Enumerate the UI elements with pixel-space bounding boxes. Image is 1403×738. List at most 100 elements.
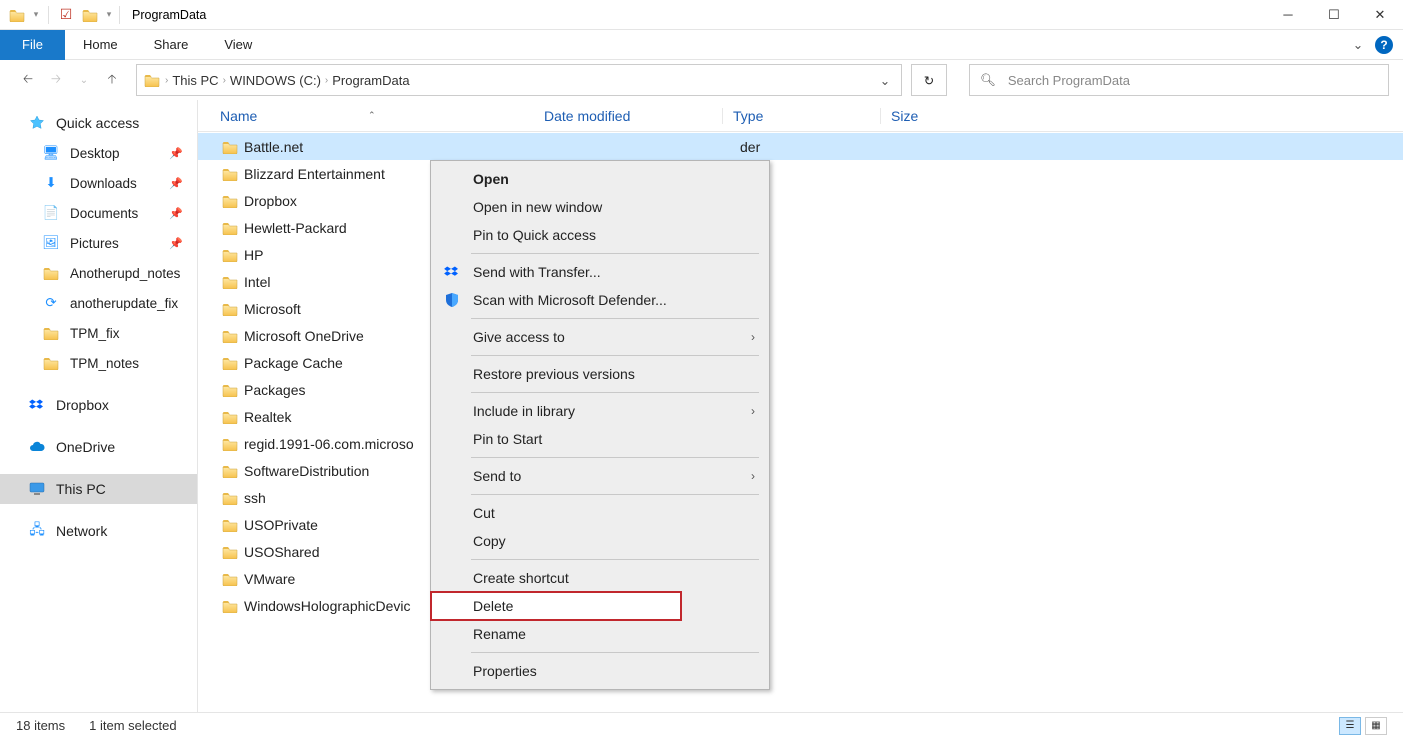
tab-home[interactable]: Home	[65, 30, 136, 60]
ctx-give-access[interactable]: Give access to›	[431, 323, 769, 351]
search-box[interactable]: 🔍︎	[969, 64, 1389, 96]
nav-recent-dropdown[interactable]: ⌄	[70, 66, 98, 94]
pin-icon: 📌	[169, 207, 183, 220]
file-row-usos[interactable]: USOSharedder	[198, 538, 1403, 565]
ctx-create-shortcut[interactable]: Create shortcut	[431, 564, 769, 592]
ctx-rename[interactable]: Rename	[431, 620, 769, 648]
qat-dropdown-icon[interactable]: ▾	[30, 4, 42, 26]
tab-share[interactable]: Share	[136, 30, 207, 60]
ctx-pin-start[interactable]: Pin to Start	[431, 425, 769, 453]
file-row-pkgc[interactable]: Package Cacheder	[198, 349, 1403, 376]
folder-icon	[222, 383, 244, 397]
file-row-hp1[interactable]: Hewlett-Packardder	[198, 214, 1403, 241]
qat-properties-icon[interactable]: ☑	[55, 4, 77, 26]
ctx-send-to[interactable]: Send to›	[431, 462, 769, 490]
folder-icon	[42, 325, 60, 341]
file-row-intel[interactable]: Intelder	[198, 268, 1403, 295]
ctx-open[interactable]: Open	[431, 165, 769, 193]
ctx-restore-versions[interactable]: Restore previous versions	[431, 360, 769, 388]
search-input[interactable]	[1006, 72, 1378, 89]
submenu-arrow-icon: ›	[751, 469, 755, 483]
ctx-cut[interactable]: Cut	[431, 499, 769, 527]
navigation-bar: 🡠 🡢 ⌄ 🡡 › This PC› WINDOWS (C:)› Program…	[0, 60, 1403, 100]
file-row-pkgs[interactable]: Packagesder	[198, 376, 1403, 403]
submenu-arrow-icon: ›	[751, 404, 755, 418]
tab-file[interactable]: File	[0, 30, 65, 60]
file-row-dropbox[interactable]: Dropboxder	[198, 187, 1403, 214]
ctx-copy[interactable]: Copy	[431, 527, 769, 555]
ribbon-expand-icon[interactable]: ⌄	[1347, 34, 1369, 56]
file-row-hp2[interactable]: HPder	[198, 241, 1403, 268]
breadcrumb-drive[interactable]: WINDOWS (C:)›	[230, 73, 328, 88]
ctx-separator	[471, 457, 759, 458]
qat-dropdown2-icon[interactable]: ▾	[103, 4, 115, 26]
breadcrumb-folder[interactable]: ProgramData	[332, 73, 409, 88]
address-history-dropdown[interactable]: ⌄	[875, 73, 895, 88]
ctx-send-transfer[interactable]: Send with Transfer...	[431, 258, 769, 286]
folder-icon	[222, 167, 244, 181]
folder-icon	[222, 356, 244, 370]
breadcrumb-sep-icon[interactable]: ›	[165, 75, 168, 86]
view-large-icons-button[interactable]: ▦	[1365, 717, 1387, 735]
ctx-open-new-window[interactable]: Open in new window	[431, 193, 769, 221]
nav-up-button[interactable]: 🡡	[98, 66, 126, 94]
file-row-softd[interactable]: SoftwareDistributionder	[198, 457, 1403, 484]
close-button[interactable]: ✕	[1357, 0, 1403, 30]
refresh-button[interactable]: ↻	[911, 64, 947, 96]
nav-forward-button[interactable]: 🡢	[42, 66, 70, 94]
nav-back-button[interactable]: 🡠	[14, 66, 42, 94]
help-icon[interactable]: ?	[1375, 36, 1393, 54]
file-row-usop[interactable]: USOPrivateder	[198, 511, 1403, 538]
folder-icon	[222, 248, 244, 262]
sidebar-item-anotherfix[interactable]: ⟳anotherupdate_fix	[0, 288, 197, 318]
tab-view[interactable]: View	[206, 30, 270, 60]
folder-icon	[222, 518, 244, 532]
file-row-battle[interactable]: Battle.netder	[198, 133, 1403, 160]
qat-new-folder-icon[interactable]	[79, 4, 101, 26]
title-bar: ▾ ☑ ▾ ProgramData ─ ☐ ✕	[0, 0, 1403, 30]
file-row-od[interactable]: Microsoft OneDriveder	[198, 322, 1403, 349]
ctx-separator	[471, 253, 759, 254]
file-row-regid[interactable]: regid.1991-06.com.microsoder	[198, 430, 1403, 457]
file-row-ms[interactable]: Microsoftder	[198, 295, 1403, 322]
context-menu: Open Open in new window Pin to Quick acc…	[430, 160, 770, 690]
sidebar-item-tpmnotes[interactable]: TPM_notes	[0, 348, 197, 378]
maximize-button[interactable]: ☐	[1311, 0, 1357, 30]
file-row-blizzard[interactable]: Blizzard Entertainmentder	[198, 160, 1403, 187]
ctx-properties[interactable]: Properties	[431, 657, 769, 685]
sidebar-quick-access[interactable]: Quick access	[0, 108, 197, 138]
network-icon: 🖧	[28, 523, 46, 539]
sidebar-item-tpmfix[interactable]: TPM_fix	[0, 318, 197, 348]
ctx-pin-quick-access[interactable]: Pin to Quick access	[431, 221, 769, 249]
file-row-ssh[interactable]: sshder	[198, 484, 1403, 511]
sidebar-this-pc[interactable]: This PC	[0, 474, 197, 504]
pin-icon: 📌	[169, 177, 183, 190]
sidebar-item-pictures[interactable]: 🖼Pictures📌	[0, 228, 197, 258]
sidebar-item-documents[interactable]: 📄Documents📌	[0, 198, 197, 228]
ctx-delete[interactable]: Delete	[431, 592, 681, 620]
folder-icon	[222, 599, 244, 613]
pin-icon: 📌	[169, 147, 183, 160]
ctx-include-library[interactable]: Include in library›	[431, 397, 769, 425]
folder-icon	[222, 410, 244, 424]
address-bar[interactable]: › This PC› WINDOWS (C:)› ProgramData ⌄	[136, 64, 902, 96]
minimize-button[interactable]: ─	[1265, 0, 1311, 30]
file-row-realtek[interactable]: Realtekder	[198, 403, 1403, 430]
desktop-icon: 🖥	[42, 145, 60, 161]
status-bar: 18 items 1 item selected ☰ ▦	[0, 712, 1403, 738]
star-icon	[28, 115, 46, 131]
sidebar-onedrive[interactable]: OneDrive	[0, 432, 197, 462]
file-row-whd[interactable]: WindowsHolographicDevicder	[198, 592, 1403, 619]
sidebar-item-anotherupd[interactable]: Anotherupd_notes	[0, 258, 197, 288]
sidebar-dropbox[interactable]: Dropbox	[0, 390, 197, 420]
quick-access-toolbar: ▾ ☑ ▾	[6, 4, 115, 26]
sort-arrow-icon: ⌃	[368, 110, 1403, 121]
view-details-button[interactable]: ☰	[1339, 717, 1361, 735]
ctx-scan-defender[interactable]: Scan with Microsoft Defender...	[431, 286, 769, 314]
sidebar-item-downloads[interactable]: ⬇Downloads📌	[0, 168, 197, 198]
ctx-separator	[471, 355, 759, 356]
breadcrumb-this-pc[interactable]: This PC›	[172, 73, 226, 88]
file-row-vmw[interactable]: VMwareder	[198, 565, 1403, 592]
sidebar-item-desktop[interactable]: 🖥Desktop📌	[0, 138, 197, 168]
sidebar-network[interactable]: 🖧Network	[0, 516, 197, 546]
